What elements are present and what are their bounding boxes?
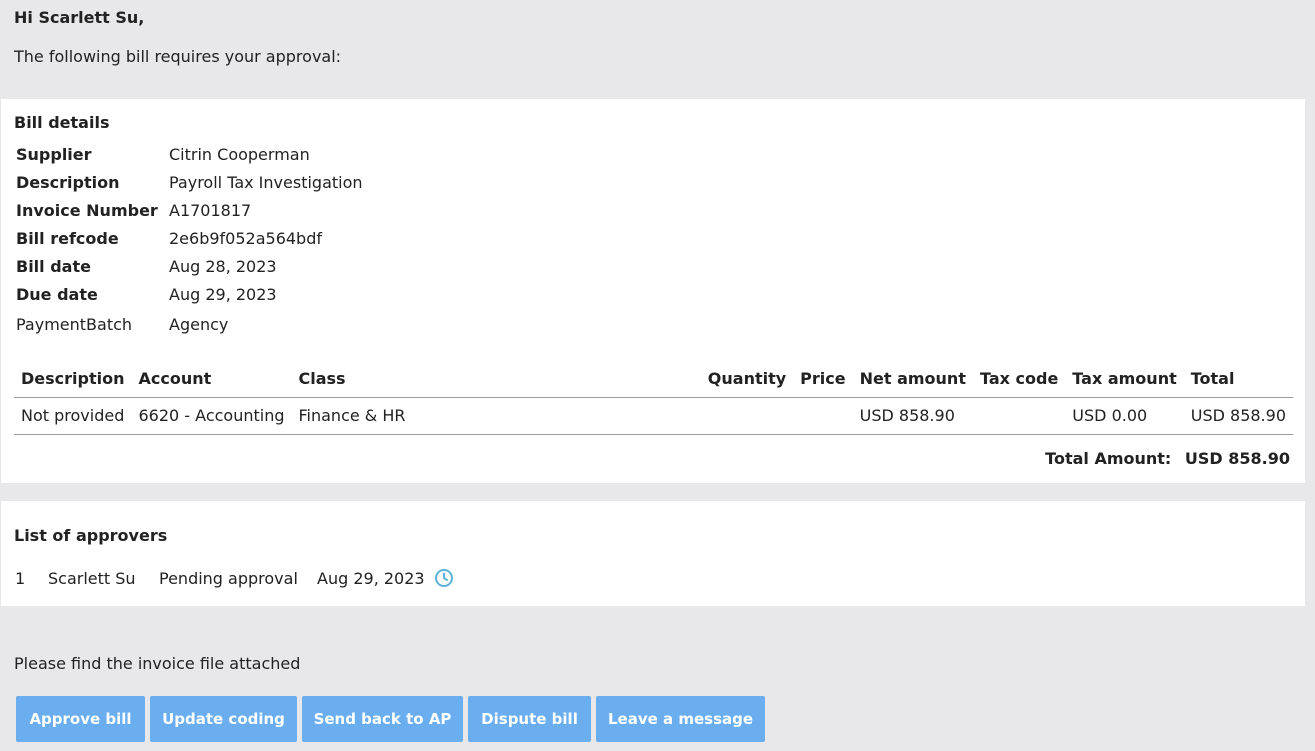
approver-row: 1 Scarlett Su Pending approval Aug 29, 2… — [15, 568, 454, 588]
action-buttons: Approve bill Update coding Send back to … — [16, 696, 765, 742]
column-header: Description — [14, 361, 132, 398]
detail-value: Payroll Tax Investigation — [169, 173, 363, 192]
cell-description: Not provided — [14, 397, 132, 435]
detail-value: Agency — [169, 315, 229, 334]
detail-value: Aug 28, 2023 — [169, 257, 277, 276]
approver-index: 1 — [15, 568, 26, 588]
detail-value: Aug 29, 2023 — [169, 285, 277, 304]
total-amount: Total Amount: USD 858.90 — [1045, 449, 1290, 468]
column-header: Account — [131, 361, 292, 398]
total-amount-value: USD 858.90 — [1184, 449, 1290, 468]
cell-price — [793, 397, 853, 435]
column-header: Total — [1183, 361, 1293, 398]
intro-text: The following bill requires your approva… — [14, 47, 342, 66]
bill-approval-email: Hi Scarlett Su, The following bill requi… — [0, 0, 1315, 751]
column-header: Net amount — [852, 361, 973, 398]
approver-date: Aug 29, 2023 — [317, 568, 425, 588]
column-header: Class — [291, 361, 701, 398]
approvers-panel: List of approvers 1 Scarlett Su Pending … — [1, 501, 1305, 606]
approvers-title: List of approvers — [14, 526, 168, 545]
approver-status: Pending approval — [159, 568, 298, 588]
leave-message-button[interactable]: Leave a message — [596, 696, 765, 742]
detail-label: Description — [16, 173, 120, 192]
cell-quantity — [700, 397, 794, 435]
table-row: Not provided 6620 - Accounting Finance &… — [14, 397, 1293, 435]
detail-label: Bill date — [16, 257, 91, 276]
cell-net-amount: USD 858.90 — [852, 397, 973, 435]
bill-lines-table: Description Account Class Quantity Price… — [14, 361, 1293, 435]
attachment-note: Please find the invoice file attached — [14, 654, 301, 673]
bill-details-panel: Bill details Supplier Citrin Cooperman D… — [1, 99, 1305, 483]
cell-total: USD 858.90 — [1183, 397, 1293, 435]
cell-class: Finance & HR — [291, 397, 701, 435]
detail-label: Due date — [16, 285, 98, 304]
total-amount-label: Total Amount: — [1045, 449, 1172, 468]
dispute-bill-button[interactable]: Dispute bill — [468, 696, 591, 742]
approver-name: Scarlett Su — [48, 568, 136, 588]
clock-icon — [434, 568, 454, 588]
detail-label: Supplier — [16, 145, 92, 164]
update-coding-button[interactable]: Update coding — [150, 696, 297, 742]
detail-value: A1701817 — [169, 201, 252, 220]
table-header-row: Description Account Class Quantity Price… — [14, 361, 1293, 398]
column-header: Tax amount — [1065, 361, 1184, 398]
cell-account: 6620 - Accounting — [131, 397, 292, 435]
column-header: Tax code — [972, 361, 1066, 398]
detail-value: 2e6b9f052a564bdf — [169, 229, 322, 248]
send-back-to-ap-button[interactable]: Send back to AP — [302, 696, 463, 742]
approve-bill-button[interactable]: Approve bill — [16, 696, 145, 742]
column-header: Price — [793, 361, 853, 398]
detail-label: PaymentBatch — [16, 315, 133, 334]
column-header: Quantity — [700, 361, 794, 398]
cell-tax-code — [972, 397, 1066, 435]
detail-value: Citrin Cooperman — [169, 145, 310, 164]
greeting: Hi Scarlett Su, — [14, 8, 145, 27]
detail-label: Bill refcode — [16, 229, 119, 248]
bill-details-title: Bill details — [14, 113, 110, 132]
cell-tax-amount: USD 0.00 — [1065, 397, 1184, 435]
detail-label: Invoice Number — [16, 201, 158, 220]
